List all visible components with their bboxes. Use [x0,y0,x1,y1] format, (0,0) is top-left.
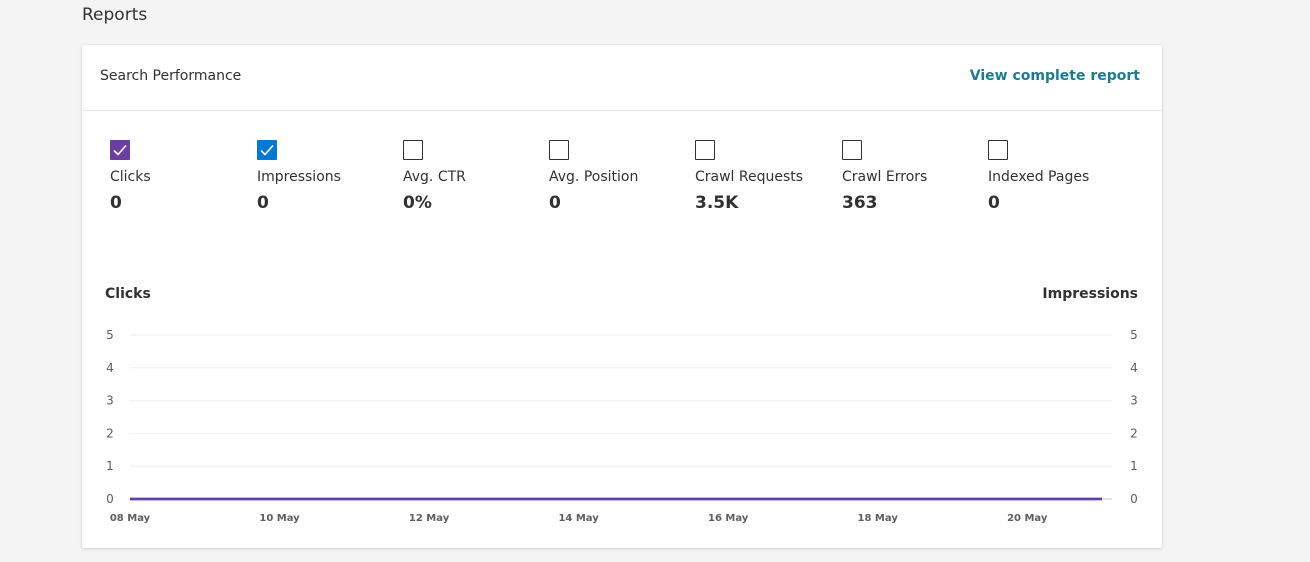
metric-indexed-pages: Indexed Pages 0 [988,140,1089,213]
metric-label: Clicks [110,169,151,185]
metric-avg-ctr: Avg. CTR 0% [403,140,466,213]
avg-position-checkbox[interactable] [549,140,569,160]
metric-value: 0 [110,193,122,213]
y-tick-label-right: 3 [1130,394,1138,408]
metric-avg-position: Avg. Position 0 [549,140,638,213]
metric-value: 363 [842,193,878,213]
x-tick-label: 08 May [110,513,151,524]
x-tick-label: 10 May [259,513,300,524]
metric-label: Crawl Requests [695,169,804,185]
y-tick-label-left: 1 [106,459,114,473]
view-complete-report-link[interactable]: View complete report [970,68,1140,84]
check-icon [113,144,127,156]
crawl-requests-checkbox[interactable] [695,140,715,160]
metric-label: Impressions [257,169,341,185]
y-tick-label-left: 3 [106,394,114,408]
metric-clicks: Clicks 0 [110,140,151,213]
metric-label: Indexed Pages [988,169,1090,185]
metric-crawl-requests: Crawl Requests 3.5K [695,140,803,213]
metric-label: Crawl Errors [842,169,928,185]
metric-value: 0 [257,193,269,213]
y-tick-label-right: 2 [1130,426,1138,440]
metric-value: 0 [988,193,1000,213]
y-tick-label-left: 4 [106,361,114,375]
x-tick-label: 20 May [1007,513,1048,524]
left-y-ticks: 0 1 2 3 4 5 [106,328,114,506]
right-y-ticks: 0 1 2 3 4 5 [1130,328,1138,506]
section-title: Reports [82,5,148,25]
y-tick-label-right: 1 [1130,459,1138,473]
metric-impressions: Impressions 0 [257,140,341,213]
check-icon [260,144,274,156]
metric-label: Avg. CTR [403,169,466,185]
card-header: Search Performance View complete report [82,45,1162,111]
metric-value: 3.5K [695,193,739,213]
y-tick-label-left: 0 [106,492,114,506]
metric-label: Avg. Position [549,169,639,185]
x-tick-label: 16 May [708,513,749,524]
performance-chart: 0 1 2 3 4 5 0 1 2 3 4 5 08 May 10 May 12 May 14 May 16… [106,328,1138,524]
y-tick-label-right: 5 [1130,328,1138,342]
avg-ctr-checkbox[interactable] [403,140,423,160]
x-tick-label: 12 May [409,513,450,524]
indexed-pages-checkbox[interactable] [988,140,1008,160]
search-performance-card: Search Performance View complete report … [82,45,1162,548]
clicks-checkbox[interactable] [110,140,130,160]
y-tick-label-left: 5 [106,328,114,342]
y-tick-label-right: 4 [1130,361,1138,375]
x-tick-label: 14 May [558,513,599,524]
metric-value: 0 [549,193,561,213]
card-title: Search Performance [100,68,242,84]
crawl-errors-checkbox[interactable] [842,140,862,160]
y-tick-label-right: 0 [1130,492,1138,506]
x-tick-label: 18 May [858,513,899,524]
right-axis-title: Impressions [1042,286,1138,302]
grid-lines [130,334,1112,500]
left-axis-title: Clicks [105,286,151,302]
metric-crawl-errors: Crawl Errors 363 [842,140,927,213]
x-ticks: 08 May 10 May 12 May 14 May 16 May 18 May 20 M… [110,513,1048,524]
impressions-checkbox[interactable] [257,140,277,160]
y-tick-label-left: 2 [106,426,114,440]
metric-value: 0% [403,193,432,213]
